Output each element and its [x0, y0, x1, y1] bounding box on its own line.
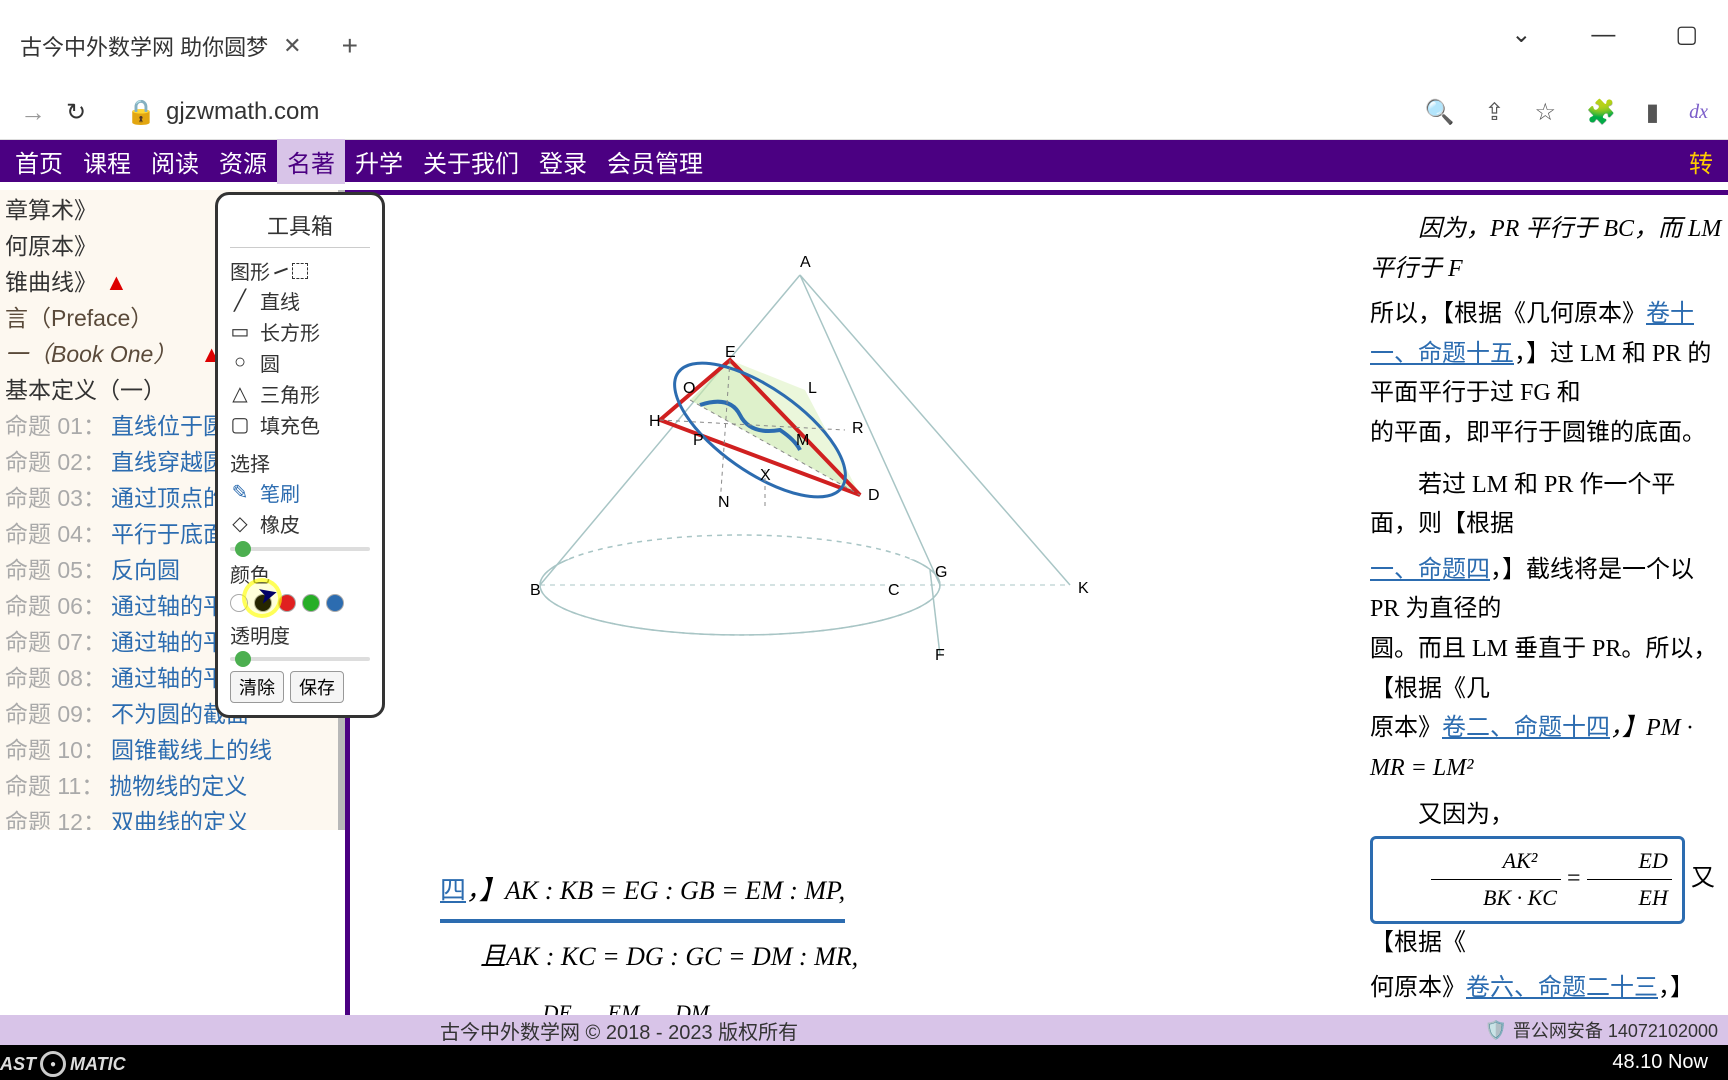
new-tab-button[interactable]: +: [342, 30, 358, 62]
address-bar[interactable]: 🔒 gjzwmath.com: [126, 98, 1404, 127]
tool-eraser[interactable]: ◇橡皮: [230, 508, 370, 539]
shape-circle[interactable]: ○圆: [230, 347, 370, 378]
status-bar: AST●MATIC 48.10 Now: [0, 1045, 1728, 1080]
timestamp: 48.10 Now: [1612, 1051, 1708, 1074]
shape-rect[interactable]: ▭长方形: [230, 316, 370, 347]
save-button[interactable]: 保存: [290, 671, 344, 703]
link-vol6-p23[interactable]: 卷六、命题二十三: [1466, 975, 1658, 1001]
geometry-figure: A E O L H P R M X N D B C G K F: [430, 205, 1110, 685]
svg-text:C: C: [888, 582, 900, 599]
zoom-icon[interactable]: 🔍: [1424, 98, 1454, 127]
select-label: 选择: [230, 448, 370, 477]
shape-triangle[interactable]: △三角形: [230, 378, 370, 409]
nav-read[interactable]: 阅读: [141, 139, 209, 184]
maximize-button[interactable]: ▢: [1675, 20, 1698, 49]
screencast-logo: AST●MATIC: [0, 1051, 126, 1077]
tab-title: 古今中外数学网 助你圆梦: [20, 30, 268, 62]
svg-text:R: R: [852, 420, 864, 437]
svg-text:F: F: [935, 647, 945, 664]
minimize-button[interactable]: —: [1591, 21, 1615, 49]
opacity-slider[interactable]: [230, 657, 370, 661]
main-content: A E O L H P R M X N D B C G K F 因为，PR 平行…: [345, 190, 1728, 1020]
svg-text:M: M: [796, 432, 809, 449]
svg-text:L: L: [808, 380, 817, 397]
svg-text:X: X: [760, 467, 771, 484]
nav-about[interactable]: 关于我们: [413, 139, 529, 184]
lock-icon: 🔒: [126, 98, 156, 127]
nav-member[interactable]: 会员管理: [597, 139, 713, 184]
svg-text:N: N: [718, 494, 730, 511]
svg-text:A: A: [800, 254, 811, 271]
browser-tab[interactable]: 古今中外数学网 助你圆梦 ✕: [0, 20, 322, 72]
svg-text:D: D: [868, 487, 880, 504]
share-icon[interactable]: ⇪: [1484, 98, 1504, 127]
app-icon[interactable]: dx: [1689, 101, 1708, 124]
tool-brush[interactable]: ✎笔刷: [230, 477, 370, 508]
copyright-text: 古今中外数学网 © 2018 - 2023 版权所有: [440, 1016, 798, 1045]
extensions-icon[interactable]: 🧩: [1586, 98, 1616, 127]
svg-text:E: E: [725, 344, 736, 361]
svg-text:O: O: [683, 380, 695, 397]
link-vol2-p14[interactable]: 卷二、命题十四: [1442, 715, 1610, 741]
nav-classic[interactable]: 名著: [277, 139, 345, 184]
color-swatch[interactable]: [326, 594, 344, 612]
link-four[interactable]: 四: [440, 876, 466, 905]
nav-admission[interactable]: 升学: [345, 139, 413, 184]
nav-home[interactable]: 首页: [5, 139, 73, 184]
sidebar-proposition[interactable]: 命题 10：圆锥截线上的线: [0, 730, 338, 766]
main-nav: 首页 课程 阅读 资源 名著 升学 关于我们 登录 会员管理 转: [0, 140, 1728, 182]
forward-button[interactable]: →: [20, 97, 46, 128]
nav-marquee: 转: [1689, 144, 1723, 179]
bottom-equations: 四，】AK : KB = EG : GB = EM : MP, 且AK : KC…: [790, 865, 1195, 1020]
panel-icon[interactable]: ▮: [1646, 98, 1659, 127]
tabs-dropdown-icon[interactable]: ⌄: [1511, 20, 1531, 49]
shape-fill[interactable]: ▢填充色: [230, 409, 370, 440]
nav-resource[interactable]: 资源: [209, 139, 277, 184]
link-vol1-p4[interactable]: 一、命题四: [1370, 557, 1490, 583]
svg-text:G: G: [935, 564, 947, 581]
svg-text:K: K: [1078, 580, 1089, 597]
opacity-label: 透明度: [230, 620, 370, 649]
reload-button[interactable]: ↻: [66, 98, 86, 127]
sidebar-proposition[interactable]: 命题 12：双曲线的定义: [0, 802, 338, 830]
svg-text:B: B: [530, 582, 541, 599]
math-text: 因为，PR 平行于 BC，而 LM 平行于 F 所以，【根据《几何原本》卷十一、…: [1370, 210, 1723, 1020]
toolbox-title: 工具箱: [230, 203, 370, 248]
url-text: gjzwmath.com: [166, 98, 319, 126]
bookmark-star-icon[interactable]: ☆: [1534, 98, 1556, 127]
gov-badge[interactable]: 🛡️ 晋公网安备 14072102000: [1484, 1017, 1718, 1043]
clear-button[interactable]: 清除: [230, 671, 284, 703]
color-swatch[interactable]: [302, 594, 320, 612]
size-slider[interactable]: [230, 547, 370, 551]
svg-text:H: H: [649, 413, 661, 430]
nav-course[interactable]: 课程: [73, 139, 141, 184]
toolbox-panel: 工具箱 图形 ╱直线 ▭长方形 ○圆 △三角形 ▢填充色 选择 ✎笔刷 ◇橡皮 …: [215, 192, 385, 718]
tab-close-icon[interactable]: ✕: [283, 33, 301, 59]
site-footer: 古今中外数学网 © 2018 - 2023 版权所有 🛡️ 晋公网安备 1407…: [0, 1015, 1728, 1045]
nav-login[interactable]: 登录: [529, 139, 597, 184]
svg-text:P: P: [693, 432, 704, 449]
shape-line[interactable]: ╱直线: [230, 285, 370, 316]
sidebar-proposition[interactable]: 命题 11：抛物线的定义: [0, 766, 338, 802]
shape-label: 图形: [230, 256, 370, 285]
